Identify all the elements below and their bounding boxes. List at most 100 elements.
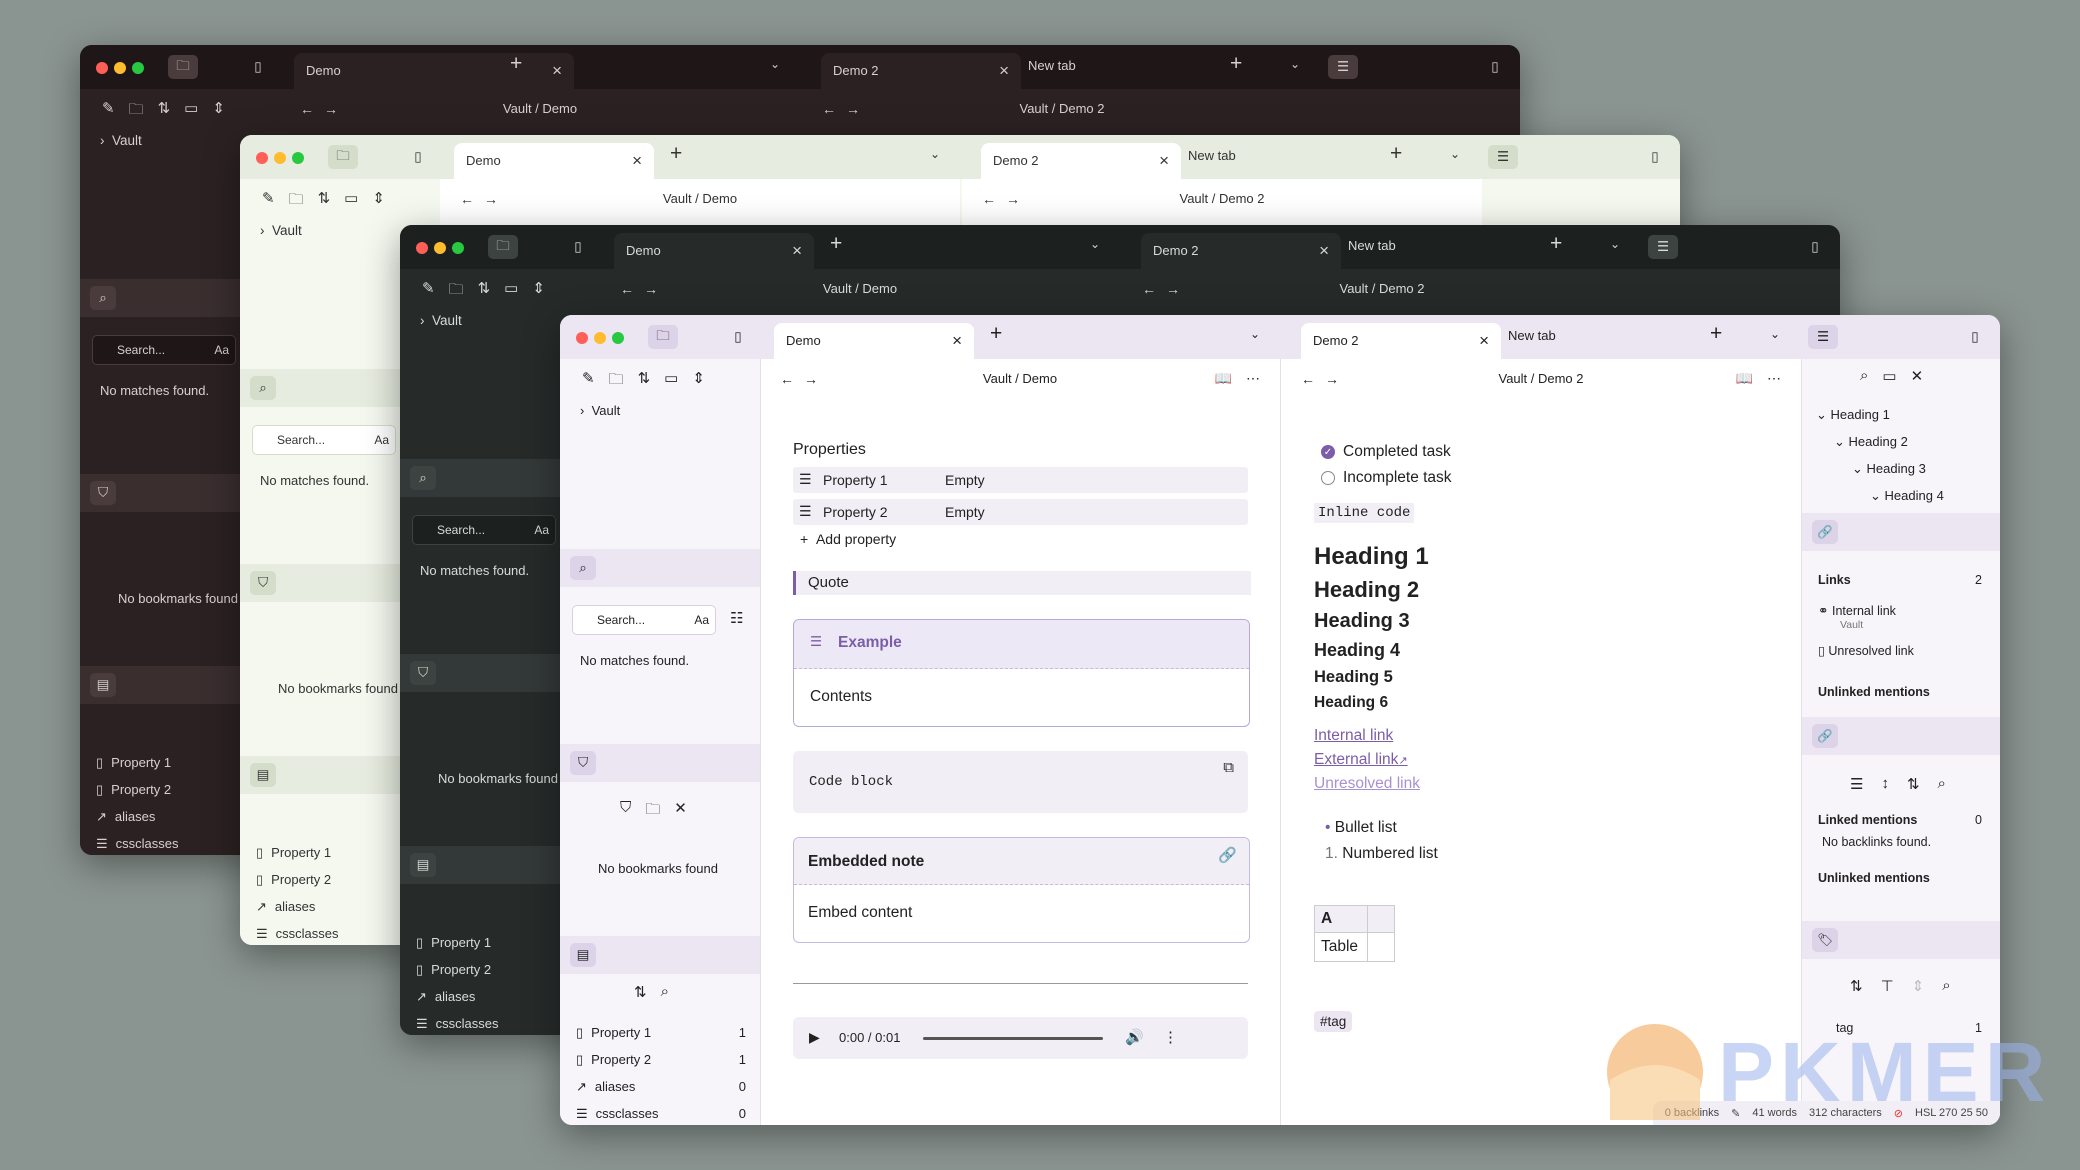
- new-folder-icon[interactable]: 🗀: [449, 279, 464, 304]
- folder-icon[interactable]: 🗀: [168, 55, 198, 79]
- new-note-icon[interactable]: ✎: [582, 369, 595, 394]
- add-bookmark-icon[interactable]: ⛉: [620, 799, 631, 824]
- sort-icon[interactable]: ⇅: [1850, 977, 1863, 995]
- tab-demo[interactable]: Demo ×: [294, 53, 574, 89]
- search-icon[interactable]: ⌕: [250, 376, 276, 400]
- more-options-icon[interactable]: ⋮: [1163, 1028, 1178, 1046]
- property-value[interactable]: Empty: [945, 472, 985, 488]
- close-icon[interactable]: ×: [1479, 331, 1489, 351]
- zoom-window-button[interactable]: [292, 152, 304, 164]
- audio-progress-bar[interactable]: [923, 1037, 1103, 1040]
- more-options-icon[interactable]: ⋯: [1246, 370, 1260, 387]
- minimize-window-button[interactable]: [274, 152, 286, 164]
- search-icon[interactable]: ⌕: [1942, 977, 1950, 995]
- add-property-button[interactable]: + Add property: [800, 531, 896, 547]
- property-value[interactable]: Empty: [945, 504, 985, 520]
- table-header-cell[interactable]: [1367, 905, 1395, 933]
- bookmark-icon[interactable]: ⛉: [570, 751, 596, 775]
- internal-link-item[interactable]: ⚭ Internal link: [1818, 603, 1896, 618]
- vault-tree-item[interactable]: › Vault: [100, 133, 142, 148]
- right-sidebar-toggle-icon[interactable]: ▯: [1800, 235, 1830, 259]
- folder-icon[interactable]: 🗀: [488, 235, 518, 259]
- bookmark-icon[interactable]: ⛉: [410, 661, 436, 685]
- archive-icon[interactable]: ▤: [90, 673, 116, 697]
- folder-icon[interactable]: 🗀: [648, 325, 678, 349]
- vault-tree-item[interactable]: › Vault: [260, 223, 302, 238]
- sort-icon[interactable]: ⇅: [634, 983, 647, 1001]
- tab-new-tab[interactable]: New tab: [1028, 58, 1076, 73]
- search-icon[interactable]: ⌕: [661, 983, 669, 1001]
- collapse-icon[interactable]: ▭: [664, 369, 678, 394]
- expand-icon[interactable]: ⇕: [692, 369, 705, 394]
- sort-icon[interactable]: ⇅: [1907, 775, 1920, 793]
- collapse-icon[interactable]: ▭: [344, 189, 358, 214]
- unlinked-mentions-heading[interactable]: Unlinked mentions: [1818, 871, 1930, 885]
- outline-icon[interactable]: ☰: [1328, 55, 1358, 79]
- unresolved-link[interactable]: Unresolved link: [1314, 775, 1420, 793]
- new-tab-icon[interactable]: +: [1390, 142, 1402, 166]
- property-item[interactable]: ☰ cssclasses 0: [576, 1100, 746, 1125]
- task-completed[interactable]: ✓ Completed task: [1321, 443, 1451, 461]
- tab-new-tab[interactable]: New tab: [1188, 148, 1236, 163]
- search-settings-icon[interactable]: ☷: [730, 609, 743, 627]
- tree-icon[interactable]: ⊤: [1881, 977, 1894, 995]
- search-input[interactable]: Search... Aa: [412, 515, 556, 545]
- new-folder-icon[interactable]: 🗀: [609, 369, 624, 394]
- match-case-toggle[interactable]: Aa: [694, 613, 709, 627]
- table-cell[interactable]: Table: [1314, 932, 1368, 962]
- outline-item[interactable]: ⌄ Heading 3: [1816, 455, 1944, 482]
- sort-icon[interactable]: ⇅: [318, 189, 331, 214]
- new-folder-icon[interactable]: 🗀: [129, 99, 144, 124]
- outgoing-link-icon[interactable]: 🔗: [1812, 520, 1838, 544]
- chevron-down-icon[interactable]: ⌄: [1450, 147, 1460, 161]
- sort-icon[interactable]: ⇅: [158, 99, 171, 124]
- linked-mentions-heading[interactable]: Linked mentions: [1818, 813, 1917, 827]
- folder-icon[interactable]: 🗀: [328, 145, 358, 169]
- tab-new-tab[interactable]: New tab: [1348, 238, 1396, 253]
- match-case-toggle[interactable]: Aa: [214, 343, 229, 357]
- tab-demo[interactable]: Demo ×: [454, 143, 654, 179]
- zoom-window-button[interactable]: [612, 332, 624, 344]
- chevron-down-icon[interactable]: ⌄: [1770, 327, 1780, 341]
- vault-tree-item[interactable]: › Vault: [580, 403, 620, 418]
- collapse-all-icon[interactable]: ✕: [674, 799, 687, 824]
- copy-icon[interactable]: ⧉: [1223, 759, 1234, 776]
- sort-icon[interactable]: ⇅: [638, 369, 651, 394]
- match-case-toggle[interactable]: Aa: [534, 523, 549, 537]
- search-icon[interactable]: ⌕: [410, 466, 436, 490]
- reading-view-icon[interactable]: 📖: [1215, 370, 1232, 387]
- search-icon[interactable]: ⌕: [1860, 367, 1868, 385]
- backlinks-count[interactable]: 0 backlinks: [1665, 1107, 1719, 1119]
- tab-demo-2[interactable]: Demo 2 ×: [821, 53, 1021, 89]
- chevron-down-icon[interactable]: ⌄: [1090, 237, 1100, 251]
- table-cell[interactable]: [1367, 932, 1395, 962]
- outline-icon[interactable]: ☰: [1488, 145, 1518, 169]
- expand-icon[interactable]: ⇕: [372, 189, 385, 214]
- sync-off-icon[interactable]: ⊘: [1894, 1107, 1903, 1120]
- pencil-icon[interactable]: ✎: [1731, 1107, 1740, 1120]
- outline-icon[interactable]: ☰: [1648, 235, 1678, 259]
- search-input[interactable]: Search... Aa: [92, 335, 236, 365]
- property-row[interactable]: ☰ Property 2 Empty: [793, 499, 1248, 525]
- checkbox-unchecked-icon[interactable]: [1321, 471, 1335, 485]
- property-item[interactable]: ↗ aliases 0: [576, 1073, 746, 1100]
- close-window-button[interactable]: [256, 152, 268, 164]
- search-input[interactable]: Search... Aa: [572, 605, 716, 635]
- task-incomplete[interactable]: Incomplete task: [1321, 469, 1452, 487]
- bookmark-icon[interactable]: ⛉: [90, 481, 116, 505]
- sidebar-toggle-icon[interactable]: ▯: [243, 55, 273, 79]
- chevron-down-icon[interactable]: ⌄: [1610, 237, 1620, 251]
- list-icon[interactable]: ☰: [1850, 775, 1863, 793]
- right-sidebar-toggle-icon[interactable]: ▯: [1480, 55, 1510, 79]
- search-icon[interactable]: ⌕: [1938, 775, 1946, 793]
- bookmark-icon[interactable]: ⛉: [250, 571, 276, 595]
- link-icon[interactable]: 🔗: [1218, 846, 1237, 864]
- new-note-icon[interactable]: ✎: [262, 189, 275, 214]
- close-icon[interactable]: ✕: [1911, 367, 1924, 385]
- tag-item[interactable]: tag: [1836, 1021, 1853, 1035]
- expand-icon[interactable]: ↕: [1881, 775, 1889, 793]
- tag-icon[interactable]: 🏷: [1812, 928, 1838, 952]
- new-note-icon[interactable]: ✎: [422, 279, 435, 304]
- zoom-window-button[interactable]: [132, 62, 144, 74]
- new-tab-icon[interactable]: +: [830, 232, 842, 256]
